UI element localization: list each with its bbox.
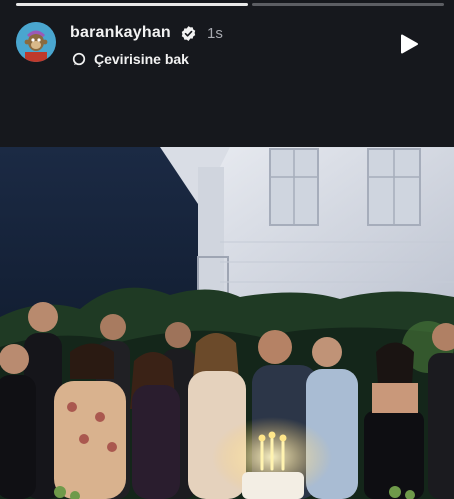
user-avatar[interactable] <box>16 22 56 62</box>
post-time: 1s <box>207 25 223 42</box>
monkey-avatar-icon <box>16 22 56 62</box>
story-header: barankayhan 1s Çevirisine bak <box>16 18 454 74</box>
play-icon[interactable] <box>399 33 419 55</box>
verified-badge-icon <box>181 26 196 41</box>
party-group-photo <box>0 147 454 499</box>
translate-label: Çevirisine bak <box>94 51 189 67</box>
translate-bubble-icon <box>72 52 86 66</box>
username[interactable]: barankayhan <box>70 24 171 42</box>
translate-link[interactable]: Çevirisine bak <box>72 50 189 68</box>
story-progress-remaining <box>252 3 444 6</box>
story-photo <box>0 147 454 499</box>
story-progress-completed <box>16 3 248 6</box>
